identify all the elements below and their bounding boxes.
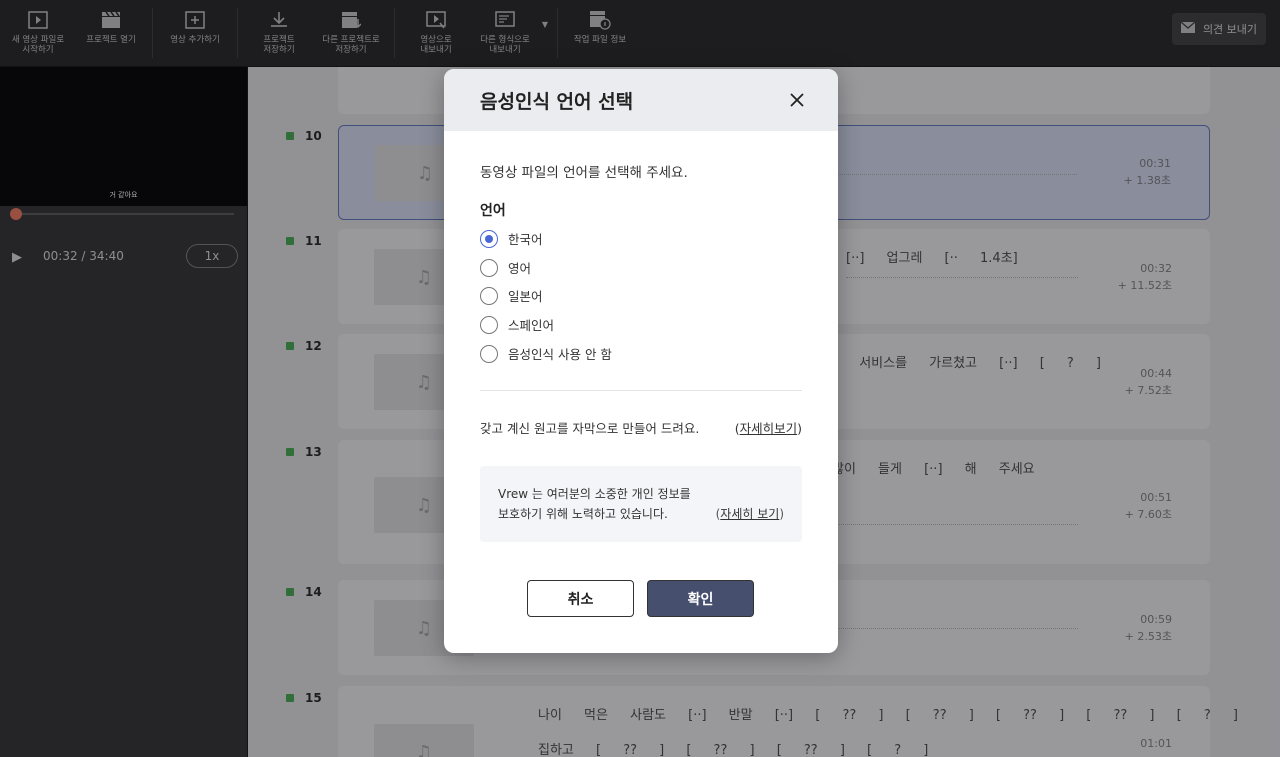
close-icon[interactable] (786, 89, 808, 111)
file-info-icon (589, 10, 611, 30)
script-more-link[interactable]: 자세히보기 (740, 421, 798, 436)
new-video-button[interactable]: 새 영상 파일로 시작하기 (0, 0, 76, 66)
speed-button[interactable]: 1x (186, 244, 238, 268)
export-video-button[interactable]: 영상으로 내보내기 (401, 0, 471, 66)
language-select-dialog: 음성인식 언어 선택 동영상 파일의 언어를 선택해 주세요. 언어 한국어 영… (444, 69, 838, 653)
clip-timing: 01:01 (1140, 737, 1172, 750)
clip-number: 12 (305, 339, 322, 353)
clip-timing: 00:51 + 7.60초 (1124, 491, 1172, 521)
script-row: 갖고 계신 원고를 자막으로 만들어 드려요. (자세히보기) (480, 421, 802, 436)
video-subtitle: 거 같아요 (109, 191, 138, 199)
export-video-icon (425, 10, 447, 30)
privacy-box: Vrew 는 여러분의 소중한 개인 정보를 보호하기 위해 노력하고 있습니다… (480, 466, 802, 542)
toolbar: 새 영상 파일로 시작하기 프로젝트 열기 영상 추가하기 프로젝트 저장하기 … (0, 0, 1280, 67)
clip-number: 14 (305, 585, 322, 599)
open-project-button[interactable]: 프로젝트 열기 (76, 0, 146, 66)
clip-timing: 00:44 + 7.52초 (1124, 367, 1172, 397)
dotted-line (832, 524, 1078, 525)
status-dot (286, 132, 294, 140)
toolbar-separator (152, 8, 153, 58)
language-label: 언어 (480, 203, 506, 219)
dialog-title: 음성인식 언어 선택 (480, 90, 634, 113)
status-dot (286, 588, 294, 596)
chevron-down-icon: ▼ (541, 20, 549, 29)
new-video-icon (27, 10, 49, 30)
time-display: 00:32 / 34:40 (43, 249, 124, 263)
divider (480, 390, 802, 391)
toolbar-separator (237, 8, 238, 58)
confirm-button[interactable]: 확인 (647, 580, 754, 617)
add-video-button[interactable]: 영상 추가하기 (159, 0, 231, 66)
dotted-line (832, 628, 1078, 629)
toolbar-separator (557, 8, 558, 58)
save-project-button[interactable]: 프로젝트 저장하기 (244, 0, 314, 66)
export-format-icon (494, 10, 516, 30)
clip-words[interactable]: 많이 들게 [··] 해 주세요 (832, 458, 1035, 477)
seek-bar[interactable] (10, 208, 234, 220)
player-panel: 거 같아요 ▶ 00:32 / 34:40 1x (0, 67, 247, 757)
mail-icon (1180, 21, 1196, 36)
play-icon[interactable]: ▶ (12, 250, 22, 265)
feedback-button[interactable]: 의견 보내기 (1172, 13, 1266, 45)
status-dot (286, 237, 294, 245)
clip-words[interactable]: 나이 먹은 사람도 [··] 반말 [··] [ ?? ] [ ?? ] [ ?… (538, 704, 1238, 723)
radio-unchecked-icon (480, 286, 498, 305)
download-icon (268, 10, 290, 30)
cancel-button[interactable]: 취소 (527, 580, 634, 617)
add-box-icon (184, 10, 206, 30)
radio-unchecked-icon (480, 344, 498, 363)
radio-japanese[interactable]: 일본어 (480, 286, 543, 305)
seek-handle[interactable] (10, 208, 22, 220)
radio-unchecked-icon (480, 315, 498, 334)
clip-number: 11 (305, 234, 322, 248)
music-note-icon: ♫ (415, 266, 433, 288)
radio-english[interactable]: 영어 (480, 258, 531, 277)
music-note-icon: ♫ (416, 162, 434, 184)
music-note-icon: ♫ (415, 371, 433, 393)
music-note-icon: ♫ (415, 617, 433, 639)
save-as-project-button[interactable]: 다른 프로젝트로 저장하기 (314, 0, 388, 66)
file-info-button[interactable]: 작업 파일 정보 (564, 0, 636, 66)
status-dot (286, 448, 294, 456)
clip-words[interactable]: ] 서비스를 가르쳤고 [··] [ ? ] (832, 352, 1101, 371)
clapperboard-icon (100, 10, 122, 30)
status-dot (286, 342, 294, 350)
clip-card[interactable]: ♫ 나이 먹은 사람도 [··] 반말 [··] [ ?? ] [ ?? ] [… (338, 686, 1238, 757)
privacy-more-link[interactable]: 자세히 보기 (720, 507, 779, 521)
clip-words[interactable]: 집하고 [ ?? ] [ ?? ] [ ?? ] [ ? ] (538, 739, 928, 757)
status-dot (286, 694, 294, 702)
music-note-icon: ♫ (415, 494, 433, 516)
radio-no-recognition[interactable]: 음성인식 사용 안 함 (480, 344, 612, 363)
clip-number: 15 (305, 691, 322, 705)
clip-number: 10 (305, 129, 322, 143)
radio-spanish[interactable]: 스페인어 (480, 315, 554, 334)
clip-timing: 00:59 + 2.53초 (1124, 613, 1172, 643)
toolbar-separator (394, 8, 395, 58)
video-preview[interactable]: 거 같아요 (0, 67, 247, 206)
dialog-header: 음성인식 언어 선택 (444, 69, 838, 131)
dotted-line (846, 277, 1078, 278)
clip-timing: 00:32 + 11.52초 (1117, 262, 1172, 292)
clip-words[interactable]: [··] 업그레 [·· 1.4초] (846, 247, 1018, 266)
export-format-dropdown[interactable]: ▼ (539, 0, 551, 66)
dialog-description: 동영상 파일의 언어를 선택해 주세요. (480, 165, 688, 181)
radio-checked-icon (480, 229, 498, 248)
clapperboard-save-icon (340, 10, 362, 30)
clip-number: 13 (305, 445, 322, 459)
radio-korean[interactable]: 한국어 (480, 229, 543, 248)
radio-unchecked-icon (480, 258, 498, 277)
export-format-button[interactable]: 다른 형식으로 내보내기 (471, 0, 539, 66)
music-note-icon: ♫ (415, 741, 433, 757)
clip-thumbnail: ♫ (374, 724, 474, 757)
clip-timing: 00:31 + 1.38초 (1123, 157, 1171, 187)
